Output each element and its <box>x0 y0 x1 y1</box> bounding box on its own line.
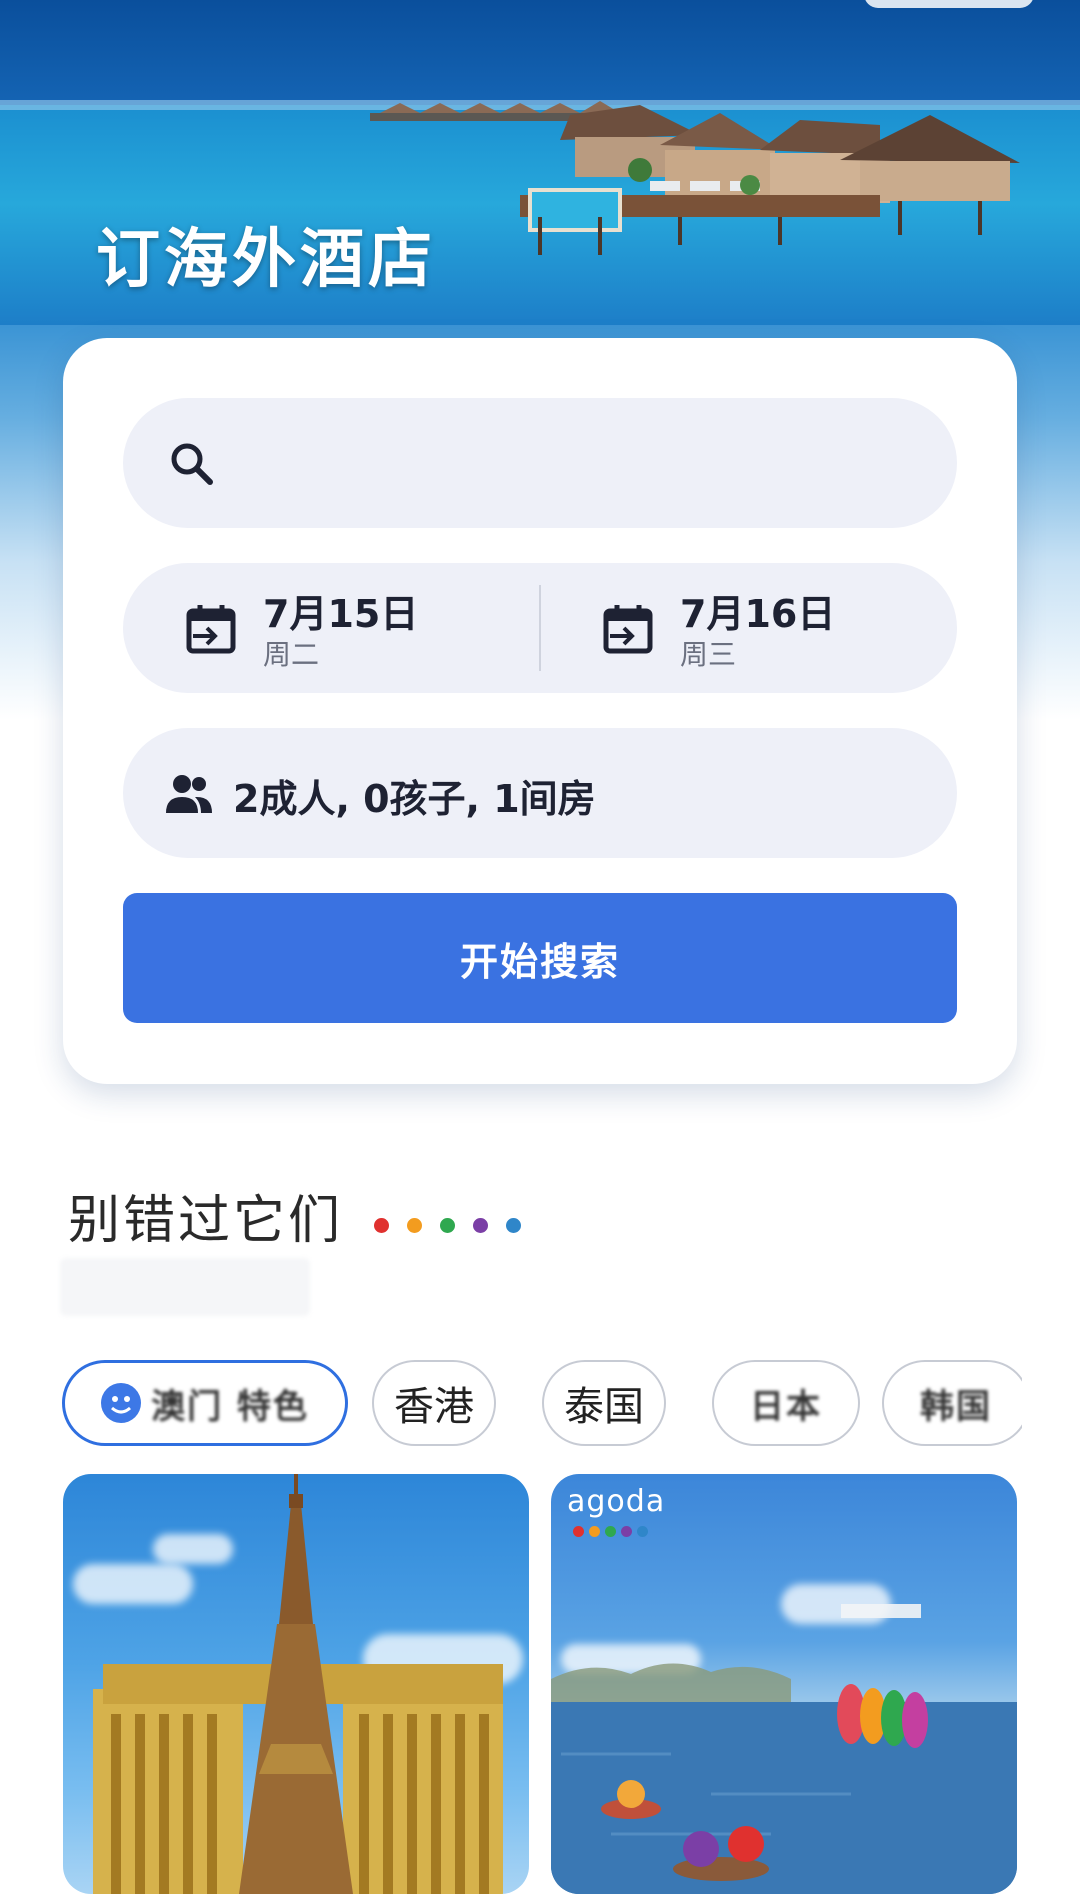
hotel-card-lake[interactable]: agoda <box>551 1474 1017 1894</box>
destination-chips: 澳门 特色 香港 泰国 日本 韩国 <box>62 1360 1022 1450</box>
search-icon <box>171 443 213 485</box>
chip-label: 日本 <box>750 1386 822 1427</box>
section-subtitle-blurred <box>60 1258 310 1316</box>
checkin-date-value: 7月15日 <box>263 592 419 636</box>
dot-red <box>374 1218 389 1233</box>
date-range-field: 7月15日 周二 7月16日 周三 <box>123 563 957 693</box>
chip-thailand[interactable]: 泰国 <box>542 1360 666 1446</box>
guests-summary: 2成人, 0孩子, 1间房 <box>233 777 596 821</box>
chip-hongkong[interactable]: 香港 <box>372 1360 496 1446</box>
people-icon <box>166 775 212 813</box>
checkout-date[interactable]: 7月16日 周三 <box>540 563 957 693</box>
dot-purple <box>473 1218 488 1233</box>
guests-rooms-field[interactable]: 2成人, 0孩子, 1间房 <box>123 728 957 858</box>
calendar-checkout-icon <box>603 605 653 654</box>
hotel-card-paris-tower[interactable] <box>63 1474 529 1894</box>
page-title: 订海外酒店 <box>96 223 436 297</box>
status-pill <box>864 0 1034 8</box>
dot-orange <box>407 1218 422 1233</box>
checkin-weekday: 周二 <box>263 638 320 671</box>
chip-label: 泰国 <box>564 1384 644 1430</box>
chip-macau[interactable]: 澳门 特色 <box>62 1360 348 1446</box>
dot-blue <box>506 1218 521 1233</box>
chip-korea[interactable]: 韩国 <box>882 1360 1022 1446</box>
checkout-weekday: 周三 <box>680 638 737 671</box>
calendar-checkin-icon <box>186 605 236 654</box>
dot-green <box>440 1218 455 1233</box>
chip-label: 澳门 特色 <box>151 1386 309 1427</box>
chip-label: 韩国 <box>920 1386 992 1427</box>
destination-search-field[interactable] <box>123 398 957 528</box>
brand-dots <box>374 1218 521 1233</box>
smiley-icon <box>101 1383 142 1423</box>
checkin-date[interactable]: 7月15日 周二 <box>123 563 540 693</box>
eiffel-tower-hotel-image <box>93 1474 503 1894</box>
start-search-button[interactable]: 开始搜索 <box>123 893 957 1023</box>
section-title: 别错过它们 <box>68 1191 344 1251</box>
chip-label: 香港 <box>394 1384 474 1430</box>
checkout-date-value: 7月16日 <box>680 592 836 636</box>
lake-scene-image <box>551 1604 1017 1894</box>
chip-japan[interactable]: 日本 <box>712 1360 860 1446</box>
overwater-villas-image <box>370 101 1020 255</box>
search-card: 7月15日 周二 7月16日 周三 2成人, 0孩子, 1间房 开始搜索 <box>63 338 1017 1084</box>
